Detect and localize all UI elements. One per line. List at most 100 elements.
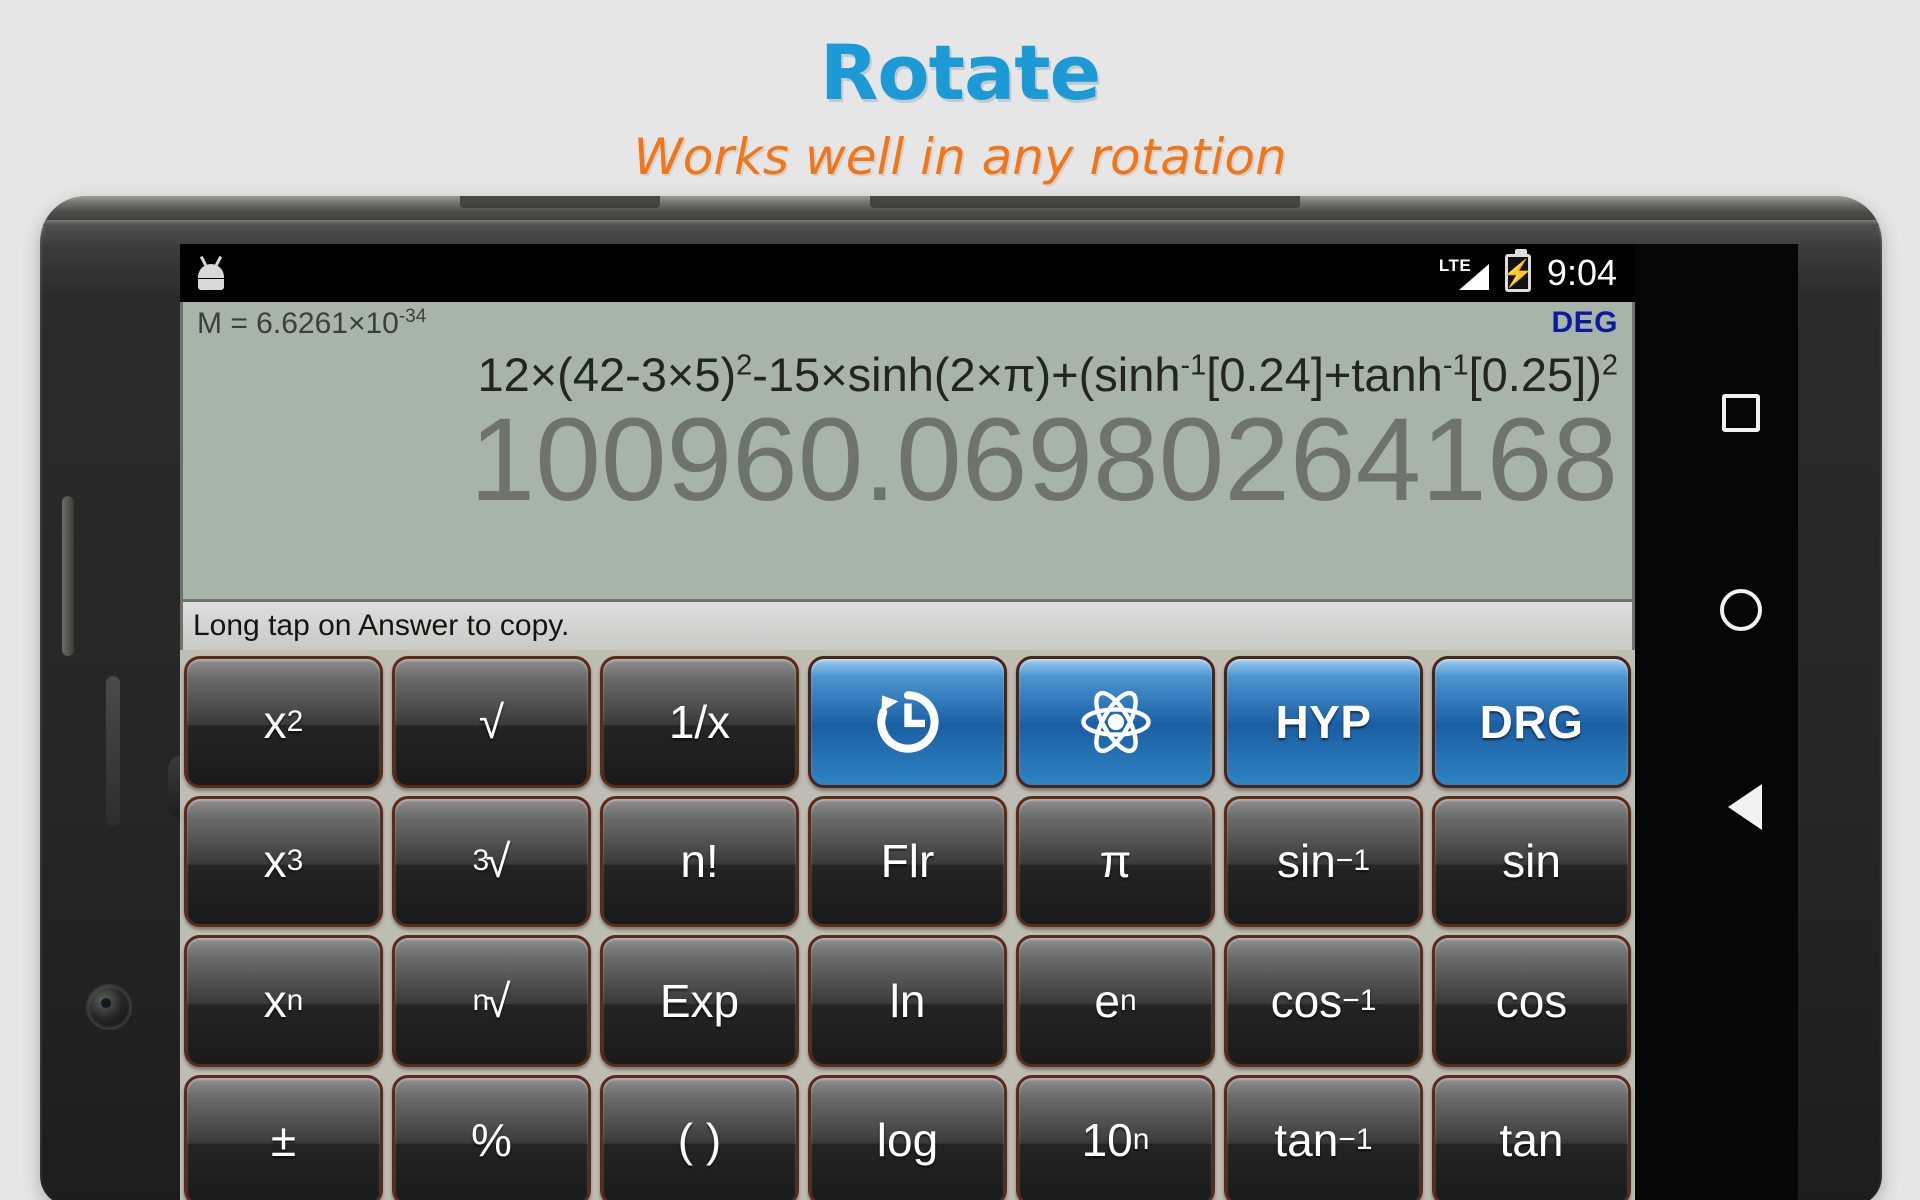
- key-arccos[interactable]: cos−1: [1224, 935, 1423, 1067]
- key-label: cos: [1496, 974, 1568, 1028]
- key-superscript: −1: [1338, 1123, 1372, 1157]
- key-label: ln: [890, 974, 926, 1028]
- key-label: Flr: [881, 834, 935, 888]
- key-pi[interactable]: π: [1016, 796, 1215, 928]
- page-title: Rotate: [0, 28, 1920, 117]
- key-label: DRG: [1480, 695, 1584, 749]
- key-label: %: [471, 1113, 512, 1167]
- memory-indicator: M = 6.6261×10-34: [197, 306, 426, 341]
- key-label: π: [1100, 834, 1132, 888]
- key-label: √: [479, 695, 504, 749]
- key-history[interactable]: [808, 656, 1007, 788]
- key-label: 1/x: [669, 695, 730, 749]
- key-label: tan: [1500, 1113, 1564, 1167]
- side-slot: [106, 676, 120, 826]
- memory-exponent: -34: [399, 306, 426, 327]
- expression-superscript: 2: [1602, 349, 1618, 381]
- key-cube-root[interactable]: 3√: [392, 796, 591, 928]
- key-label: log: [877, 1113, 938, 1167]
- expression-segment: -15×sinh(2×π)+(sinh: [752, 348, 1180, 401]
- phone-device: LTE ⚡ 9:04 M = 6.6261×10-34 DEG: [40, 196, 1882, 1200]
- key-x-power-n[interactable]: xn: [184, 935, 383, 1067]
- status-clock: 9:04: [1547, 252, 1617, 294]
- key-log[interactable]: log: [808, 1075, 1007, 1200]
- key-label: x: [264, 974, 287, 1028]
- key-arctan[interactable]: tan−1: [1224, 1075, 1423, 1200]
- key-plus-minus[interactable]: ±: [184, 1075, 383, 1200]
- key-superscript: 3: [287, 844, 304, 878]
- key-label: 10: [1082, 1113, 1133, 1167]
- key-tan[interactable]: tan: [1432, 1075, 1631, 1200]
- expression-superscript: -1: [1443, 349, 1469, 381]
- key-label: ( ): [678, 1113, 721, 1167]
- key-arcsin[interactable]: sin−1: [1224, 796, 1423, 928]
- key-label: HYP: [1275, 695, 1371, 749]
- key-label: ±: [271, 1113, 296, 1167]
- signal-bars-icon: LTE: [1439, 254, 1489, 292]
- back-triangle-icon[interactable]: [1728, 784, 1762, 830]
- result-line[interactable]: 100960.06980264168: [197, 401, 1618, 519]
- key-x-cubed[interactable]: x3: [184, 796, 383, 928]
- promo-screenshot: Rotate Works well in any rotation: [0, 0, 1920, 1200]
- expression-segment: [0.25]): [1469, 348, 1602, 401]
- key-label: cos: [1271, 974, 1343, 1028]
- key-drg[interactable]: DRG: [1432, 656, 1631, 788]
- keypad-row: x2 √ 1/x HYP DRG: [184, 656, 1631, 788]
- key-nth-root[interactable]: n√: [392, 935, 591, 1067]
- key-sin[interactable]: sin: [1432, 796, 1631, 928]
- recents-square-icon[interactable]: [1722, 394, 1760, 432]
- key-superscript: −1: [1336, 844, 1370, 878]
- navigation-bar: [1635, 244, 1798, 1200]
- volume-rocker[interactable]: [62, 496, 74, 656]
- hint-bar: Long tap on Answer to copy.: [180, 602, 1635, 650]
- key-label: Exp: [660, 974, 739, 1028]
- key-superscript: −1: [1342, 984, 1376, 1018]
- key-hyp[interactable]: HYP: [1224, 656, 1423, 788]
- key-cos[interactable]: cos: [1432, 935, 1631, 1067]
- key-label: sin: [1277, 834, 1336, 888]
- page-subtitle: Works well in any rotation: [0, 128, 1920, 186]
- key-percent[interactable]: %: [392, 1075, 591, 1200]
- atom-icon: [1079, 685, 1153, 759]
- key-x-squared[interactable]: x2: [184, 656, 383, 788]
- key-superscript: 2: [287, 705, 304, 739]
- keypad: x2√1/xHYPDRGx33√n!Flrπsin−1sinxnn√Explne…: [180, 650, 1635, 1200]
- battery-charging-icon: ⚡: [1505, 254, 1531, 292]
- key-ln[interactable]: ln: [808, 935, 1007, 1067]
- expression-superscript: 2: [736, 349, 752, 381]
- calculator-display[interactable]: M = 6.6261×10-34 DEG 12×(42-3×5)2-15×sin…: [180, 302, 1635, 602]
- key-label: e: [1094, 974, 1120, 1028]
- keypad-row: ±%( )log10ntan−1tan: [184, 1075, 1631, 1200]
- antenna-bump-right: [870, 196, 1300, 208]
- expression-segment: [0.24]+tanh: [1206, 348, 1443, 401]
- key-label: x: [264, 695, 287, 749]
- key-exp[interactable]: Exp: [600, 935, 799, 1067]
- history-clock-icon: [871, 685, 945, 759]
- key-reciprocal[interactable]: 1/x: [600, 656, 799, 788]
- hint-text: Long tap on Answer to copy.: [193, 609, 569, 643]
- android-robot-icon: [194, 256, 228, 290]
- key-label: n!: [680, 834, 718, 888]
- key-sqrt[interactable]: √: [392, 656, 591, 788]
- key-e-power-n[interactable]: en: [1016, 935, 1215, 1067]
- key-floor[interactable]: Flr: [808, 796, 1007, 928]
- angle-mode-indicator: DEG: [1551, 306, 1618, 340]
- home-circle-icon[interactable]: [1720, 589, 1762, 631]
- key-parentheses[interactable]: ( ): [600, 1075, 799, 1200]
- key-label: tan: [1274, 1113, 1338, 1167]
- key-label: sin: [1502, 834, 1561, 888]
- key-label: √: [485, 974, 510, 1028]
- expression-segment: 12×(42-3×5): [477, 348, 736, 401]
- charging-bolt-icon: ⚡: [1502, 260, 1534, 286]
- key-superscript: n: [287, 984, 304, 1018]
- key-factorial[interactable]: n!: [600, 796, 799, 928]
- memory-value: M = 6.6261×10: [197, 307, 399, 340]
- key-superscript: n: [1133, 1123, 1150, 1157]
- key-constants[interactable]: [1016, 656, 1215, 788]
- expression-line: 12×(42-3×5)2-15×sinh(2×π)+(sinh-1[0.24]+…: [197, 350, 1618, 399]
- front-camera: [88, 986, 130, 1028]
- key-ten-power-n[interactable]: 10n: [1016, 1075, 1215, 1200]
- key-label: √: [485, 834, 510, 888]
- keypad-row: xnn√Explnencos−1cos: [184, 935, 1631, 1067]
- keypad-row: x33√n!Flrπsin−1sin: [184, 796, 1631, 928]
